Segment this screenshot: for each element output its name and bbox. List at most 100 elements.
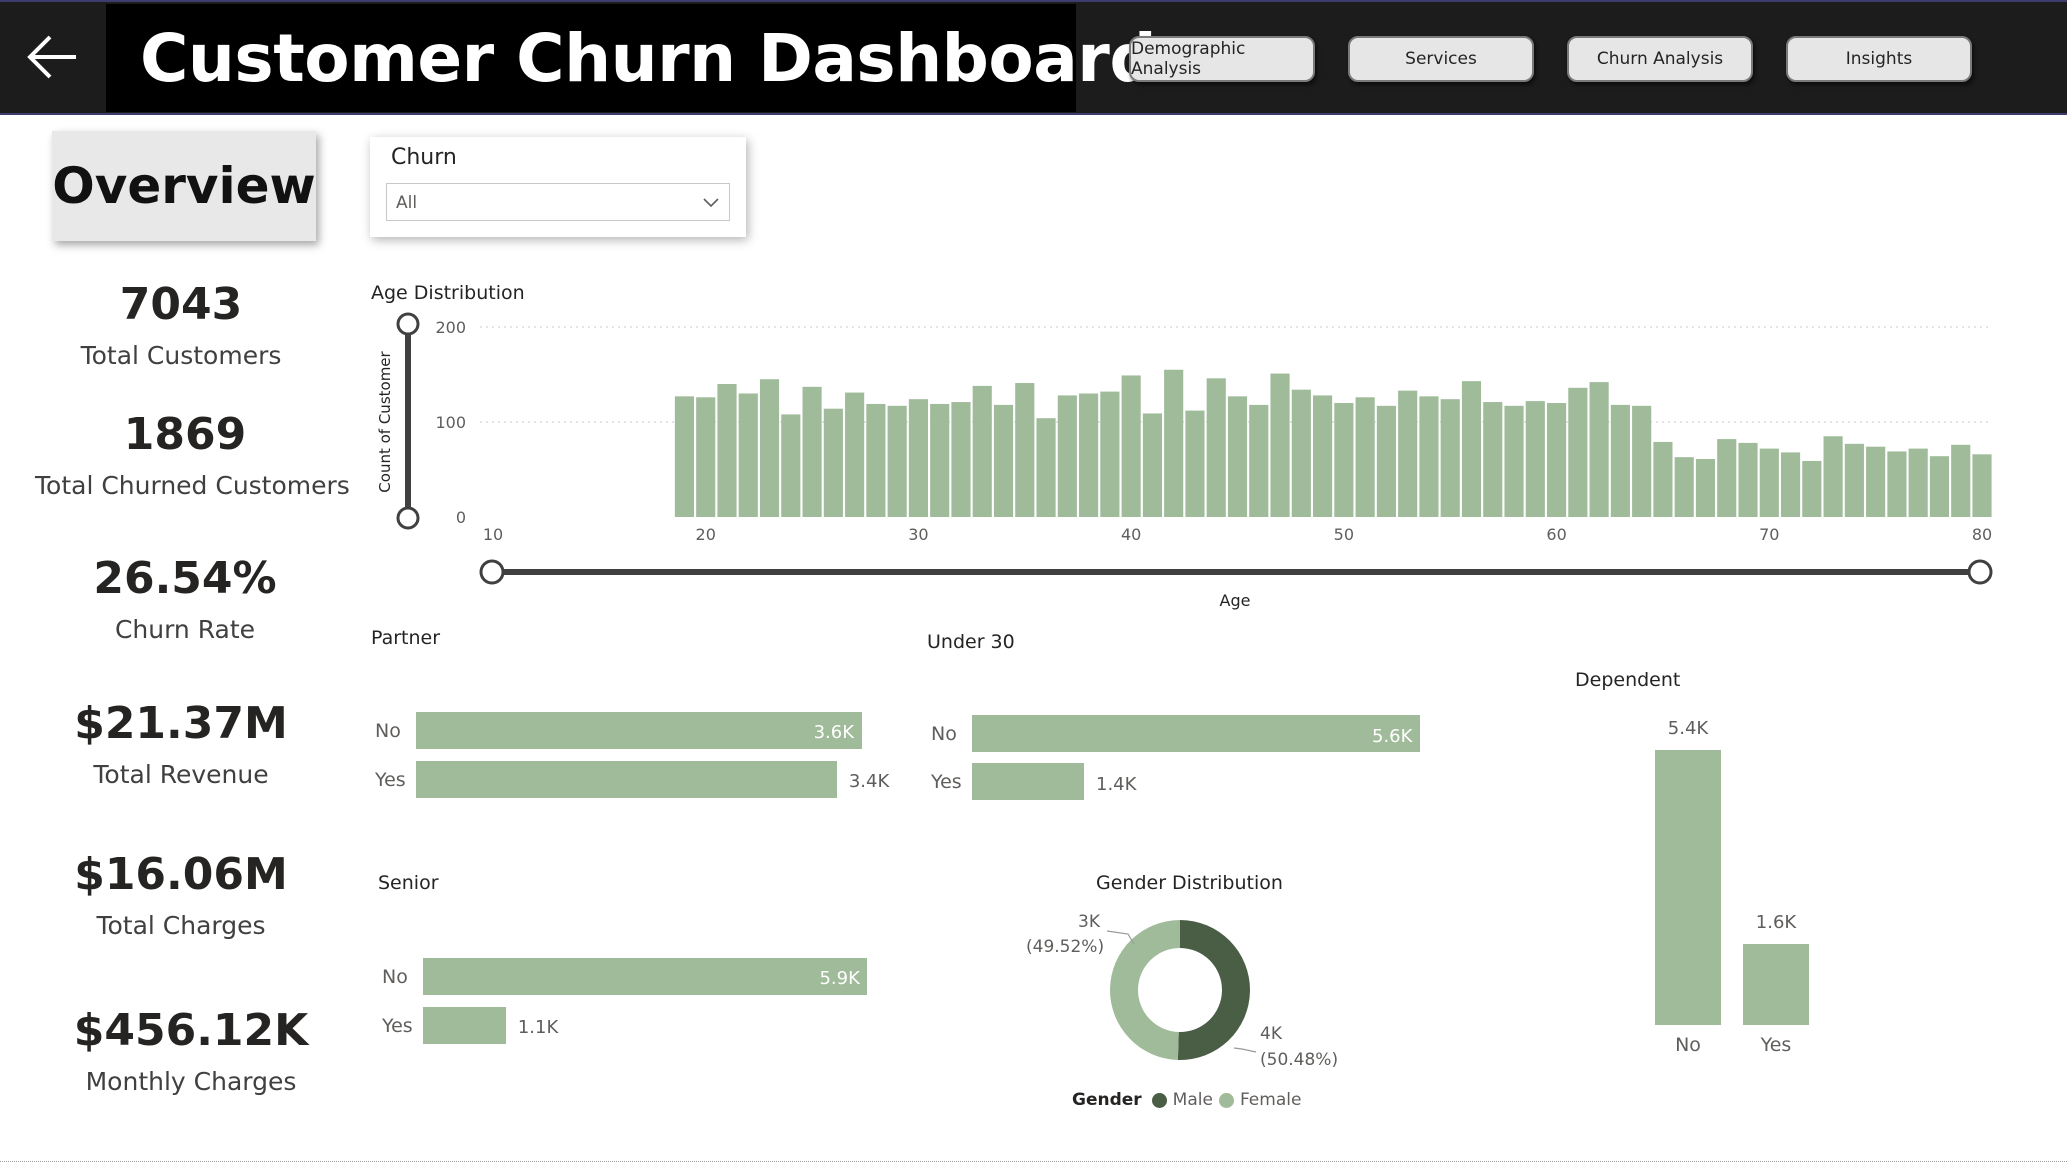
kpi-churn-rate: 26.54% Churn Rate [35,553,335,645]
x-tick-label: 70 [1759,525,1779,544]
age-bar [1695,459,1716,517]
page-bottom-divider [0,1161,2067,1162]
dependent-yes-label: Yes [1760,1034,1792,1056]
age-bar [951,402,971,517]
age-bar [1929,456,1950,517]
age-bar [972,385,992,517]
under30-yes-value: 1.4K [1096,774,1137,795]
age-bar [993,404,1014,517]
x-tick-label: 50 [1334,525,1354,544]
age-bar [1951,444,1971,517]
kpi-label: Monthly Charges [85,1067,297,1096]
age-bar [1121,375,1141,517]
kpi-value: 1869 [123,409,247,460]
kpi-value: $21.37M [74,698,288,749]
age-bar [1291,389,1311,517]
senior-yes-value: 1.1K [517,1017,559,1038]
age-bar [1632,405,1652,517]
legend-male-label[interactable]: Male [1173,1090,1213,1110]
overview-card: Overview [52,131,316,241]
churn-dropdown[interactable]: All [386,183,730,221]
age-bar [887,405,907,517]
age-bar [1249,404,1269,517]
age-bar [1546,403,1567,517]
age-bar [1525,401,1545,517]
age-bar [1079,393,1099,517]
legend-female-label[interactable]: Female [1240,1090,1301,1110]
x-tick-label: 80 [1972,525,1992,544]
age-bar [1398,390,1418,517]
kpi-value: 7043 [119,279,243,330]
age-bar [1483,402,1503,517]
chevron-down-icon [703,198,719,208]
age-bar [866,403,886,517]
back-button[interactable] [0,2,104,112]
age-bar [1036,418,1056,517]
age-distribution-chart: 0 100 200 10 20 30 40 50 60 70 80 Count of Customer… [376,312,1993,610]
nav-demographic-analysis-button[interactable]: Demographic Analysis [1129,36,1315,82]
under30-bar-no [972,715,1420,752]
age-bar [1610,404,1630,517]
kpi-value: 26.54% [93,553,277,604]
dependent-yes-value: 1.6K [1755,911,1797,933]
kpi-monthly-charges: $456.12K Monthly Charges [41,1009,341,1097]
churn-slicer: Churn All [370,137,746,237]
x-tick-label: 60 [1546,525,1566,544]
age-bar [1759,448,1779,517]
nav-churn-analysis-button[interactable]: Churn Analysis [1567,36,1753,82]
legend-male-dot [1151,1092,1167,1108]
under30-bar-yes [972,763,1084,800]
x-range-slider-handle-left [479,559,505,585]
male-value: 4K [1260,1024,1282,1044]
x-range-slider-handle-right [1967,559,1993,585]
nav-services-button[interactable]: Services [1348,36,1534,82]
legend-title: Gender [1072,1090,1142,1110]
kpi-value: $16.06M [74,849,288,900]
senior-bar-yes [423,1007,506,1044]
page-title: Customer Churn Dashboard [140,20,1157,97]
partner-bar-no [416,712,862,749]
dependent-bar-no [1655,750,1721,1025]
y-range-slider-handle-bottom [396,506,420,530]
slicer-title: Churn [391,145,457,170]
age-bar [696,397,716,517]
age-bar [1908,448,1928,517]
overview-title: Overview [52,157,316,215]
age-bar [1780,452,1801,517]
age-bar [845,392,865,517]
age-bar [1206,378,1226,517]
arrow-left-icon [27,35,76,79]
under30-yes-label: Yes [931,771,962,793]
partner-yes-label: Yes [375,769,406,791]
y-axis-title: Count of Customer [376,350,394,492]
age-bar [1887,451,1907,517]
age-bar [1866,446,1886,517]
age-bar [1185,410,1205,517]
senior-chart-title: Senior [378,872,439,894]
nav-insights-button[interactable]: Insights [1786,36,1972,82]
age-bar [1100,391,1120,517]
age-bar [1057,395,1077,517]
x-tick-label: 10 [483,525,503,544]
kpi-label: Total Revenue [93,760,269,789]
age-bar [1313,395,1333,517]
kpi-total-charges: $16.06M Total Charges [31,849,331,941]
male-leader-line [1233,1047,1257,1053]
female-percent: (49.52%) [1026,937,1105,957]
age-bar [781,414,801,517]
age-bar [1823,436,1843,517]
age-bar [1355,397,1375,517]
female-value: 3K [1078,912,1100,932]
x-axis-title: Age [1220,591,1251,610]
kpi-total-churned: 1869 Total Churned Customers [35,409,350,501]
dependent-chart-title: Dependent [1575,669,1681,691]
partner-no-value: 3.6K [813,722,855,743]
title-block: Customer Churn Dashboard [106,4,1157,112]
age-bar [1376,405,1396,517]
under30-no-label: No [931,723,957,745]
kpi-total-customers: 7043 Total Customers [31,279,331,371]
dropdown-value: All [396,193,418,213]
age-bar [1419,396,1439,517]
age-bar [1844,443,1864,517]
age-bar [1717,439,1737,517]
